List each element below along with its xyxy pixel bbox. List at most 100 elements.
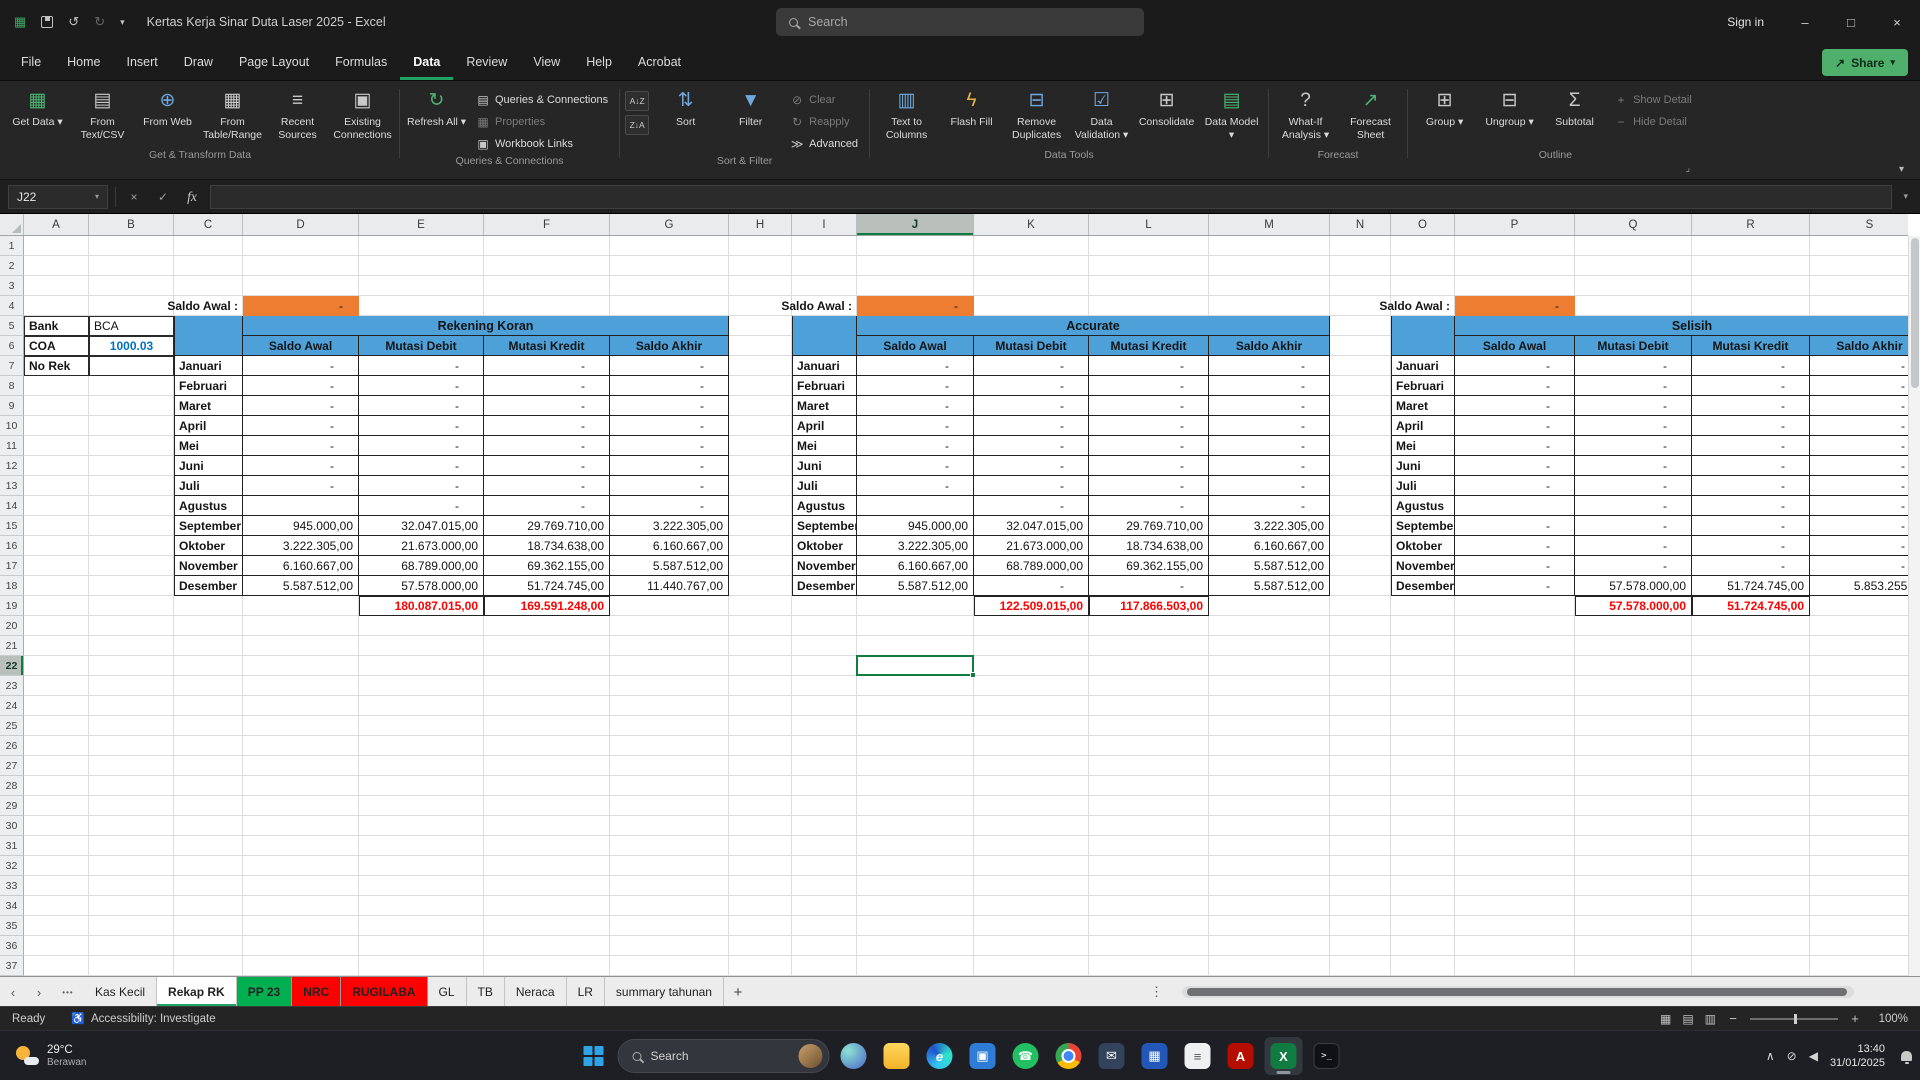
select-all-corner[interactable] — [0, 214, 24, 235]
row-header-23[interactable]: 23 — [0, 676, 24, 696]
cell-C17[interactable]: November — [174, 556, 243, 576]
cell-I14[interactable]: Agustus — [792, 496, 857, 516]
cell-J9[interactable]: - — [857, 396, 974, 416]
cell-K19[interactable]: 122.509.015,00 — [974, 596, 1089, 616]
cell-Q13[interactable]: - — [1575, 476, 1692, 496]
share-button[interactable]: ↗ Share ▾ — [1822, 49, 1908, 76]
cell-D17[interactable]: 6.160.667,00 — [243, 556, 359, 576]
cell-Q15[interactable]: - — [1575, 516, 1692, 536]
ribbon-from-table-range[interactable]: ▦From Table/Range — [201, 84, 264, 148]
cell-F11[interactable]: - — [484, 436, 610, 456]
taskbar-app-edge[interactable]: e — [921, 1037, 959, 1075]
row-header-21[interactable]: 21 — [0, 636, 24, 656]
row-header-27[interactable]: 27 — [0, 756, 24, 776]
cell-P14[interactable] — [1455, 496, 1575, 516]
cell-Q19[interactable]: 57.578.000,00 — [1575, 596, 1692, 616]
cell-R12[interactable]: - — [1692, 456, 1810, 476]
row-header-24[interactable]: 24 — [0, 696, 24, 716]
column-header-B[interactable]: B — [89, 214, 174, 235]
cell-J13[interactable]: - — [857, 476, 974, 496]
cell-I16[interactable]: Oktober — [792, 536, 857, 556]
cell-S17[interactable]: - — [1810, 556, 1908, 576]
row-header-17[interactable]: 17 — [0, 556, 24, 576]
cell-L6[interactable]: Mutasi Kredit — [1089, 336, 1209, 356]
row-header-18[interactable]: 18 — [0, 576, 24, 596]
menu-tab-insert[interactable]: Insert — [114, 44, 171, 80]
cell-G7[interactable]: - — [610, 356, 729, 376]
taskbar-app-excel[interactable]: X — [1265, 1037, 1303, 1075]
cell-E19[interactable]: 180.087.015,00 — [359, 596, 484, 616]
menu-tab-view[interactable]: View — [520, 44, 573, 80]
notifications-icon[interactable] — [1901, 1051, 1912, 1061]
redo-icon[interactable]: ↻ — [94, 14, 105, 30]
cell-Q11[interactable]: - — [1575, 436, 1692, 456]
taskbar-app-copilot[interactable] — [835, 1037, 873, 1075]
cell-E15[interactable]: 32.047.015,00 — [359, 516, 484, 536]
tabs-scroll-right-icon[interactable]: › — [26, 977, 52, 1007]
volume-icon[interactable]: ◀ — [1809, 1049, 1818, 1063]
ribbon-sort[interactable]: ⇅Sort — [654, 84, 717, 154]
row-header-26[interactable]: 26 — [0, 736, 24, 756]
cell-Q10[interactable]: - — [1575, 416, 1692, 436]
cell-D11[interactable]: - — [243, 436, 359, 456]
cell-H4[interactable]: Saldo Awal : — [729, 296, 857, 316]
cell-J6[interactable]: Saldo Awal — [857, 336, 974, 356]
column-header-D[interactable]: D — [243, 214, 359, 235]
cell-M17[interactable]: 5.587.512,00 — [1209, 556, 1330, 576]
cell-J8[interactable]: - — [857, 376, 974, 396]
column-header-N[interactable]: N — [1330, 214, 1391, 235]
row-header-30[interactable]: 30 — [0, 816, 24, 836]
row-header-7[interactable]: 7 — [0, 356, 24, 376]
cell-L9[interactable]: - — [1089, 396, 1209, 416]
cell-E8[interactable]: - — [359, 376, 484, 396]
cell-J15[interactable]: 945.000,00 — [857, 516, 974, 536]
taskbar-app-terminal[interactable]: >_ — [1308, 1037, 1346, 1075]
cell-G6[interactable]: Saldo Akhir — [610, 336, 729, 356]
cell-F10[interactable]: - — [484, 416, 610, 436]
cell-M15[interactable]: 3.222.305,00 — [1209, 516, 1330, 536]
cell-S10[interactable]: - — [1810, 416, 1908, 436]
ribbon-what-if-analysis[interactable]: ?What-If Analysis ▾ — [1274, 84, 1337, 148]
cell-K9[interactable]: - — [974, 396, 1089, 416]
taskbar-app-mail[interactable]: ✉ — [1093, 1037, 1131, 1075]
cell-J4[interactable]: - — [857, 296, 974, 316]
cell-P15[interactable]: - — [1455, 516, 1575, 536]
cell-S13[interactable]: - — [1810, 476, 1908, 496]
horizontal-scrollbar[interactable] — [1182, 986, 1854, 998]
row-header-12[interactable]: 12 — [0, 456, 24, 476]
cell-D7[interactable]: - — [243, 356, 359, 376]
cell-P7[interactable]: - — [1455, 356, 1575, 376]
ribbon-text-to-columns[interactable]: ▥Text to Columns — [875, 84, 938, 148]
cell-M7[interactable]: - — [1209, 356, 1330, 376]
ribbon-workbook-links[interactable]: ▣Workbook Links — [470, 133, 614, 154]
cell-D14[interactable] — [243, 496, 359, 516]
cell-K16[interactable]: 21.673.000,00 — [974, 536, 1089, 556]
cell-P8[interactable]: - — [1455, 376, 1575, 396]
cell-D8[interactable]: - — [243, 376, 359, 396]
taskbar-app-store[interactable]: ▣ — [964, 1037, 1002, 1075]
cell-A6[interactable]: COA — [24, 336, 89, 356]
row-header-32[interactable]: 32 — [0, 856, 24, 876]
cell-L10[interactable]: - — [1089, 416, 1209, 436]
cell-G14[interactable]: - — [610, 496, 729, 516]
row-header-3[interactable]: 3 — [0, 276, 24, 296]
cell-I5[interactable] — [792, 316, 857, 356]
ribbon-show-detail[interactable]: +Show Detail — [1608, 89, 1698, 110]
sheet-tab-nrc[interactable]: NRC — [292, 977, 341, 1007]
cell-G17[interactable]: 5.587.512,00 — [610, 556, 729, 576]
cell-B5[interactable]: BCA — [89, 316, 174, 336]
menu-tab-review[interactable]: Review — [453, 44, 520, 80]
cell-I10[interactable]: April — [792, 416, 857, 436]
ribbon-from-web[interactable]: ⊕From Web — [136, 84, 199, 148]
sheet-tab-neraca[interactable]: Neraca — [505, 977, 567, 1007]
cancel-icon[interactable]: × — [123, 190, 145, 204]
cell-J16[interactable]: 3.222.305,00 — [857, 536, 974, 556]
cell-O16[interactable]: Oktober — [1391, 536, 1455, 556]
cell-R18[interactable]: 51.724.745,00 — [1692, 576, 1810, 596]
cell-E14[interactable]: - — [359, 496, 484, 516]
cell-F18[interactable]: 51.724.745,00 — [484, 576, 610, 596]
cell-D12[interactable]: - — [243, 456, 359, 476]
cell-I9[interactable]: Maret — [792, 396, 857, 416]
cell-P5[interactable]: Selisih — [1455, 316, 1908, 336]
cell-O11[interactable]: Mei — [1391, 436, 1455, 456]
